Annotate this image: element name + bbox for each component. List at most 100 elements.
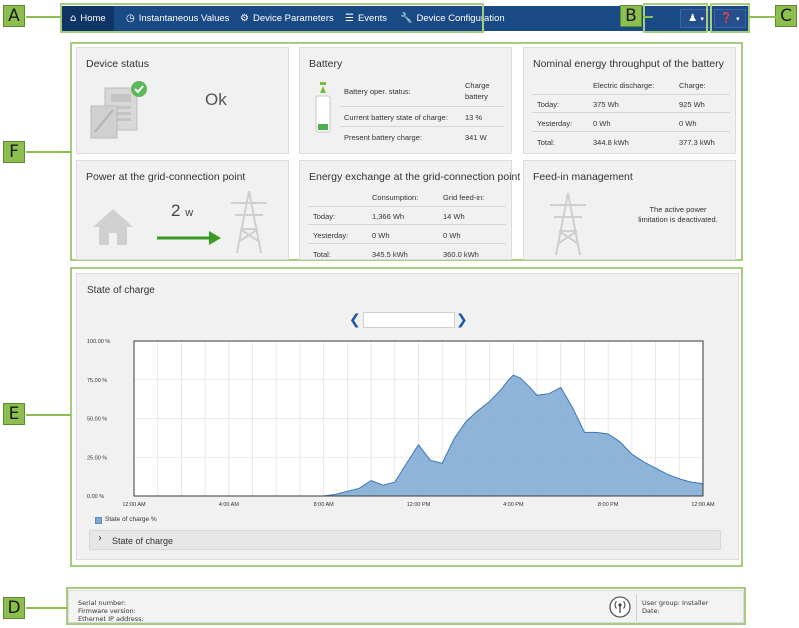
- frame-c: [710, 3, 750, 33]
- nominal-today-label: Today:: [537, 100, 560, 109]
- energy-yesterday-feedin: 0 Wh: [443, 231, 461, 240]
- grid-power-value: 2 w: [171, 201, 193, 221]
- nominal-total-discharge: 344.8 kWh: [593, 138, 629, 147]
- tile-nominal-throughput: Nominal energy throughput of the battery…: [523, 47, 736, 154]
- soc-expander[interactable]: › State of charge: [89, 530, 721, 550]
- power-flow-arrow-icon: [157, 231, 221, 245]
- nominal-yesterday-discharge: 0 Wh: [593, 119, 611, 128]
- screen: ⌂ Home ◷ Instantaneous Values ⚙ Device Para…: [0, 0, 799, 628]
- energy-yesterday-label: Yesterday:: [313, 231, 349, 240]
- callout-f-line: [26, 151, 71, 153]
- separator: [340, 126, 504, 127]
- energy-total-consumption: 345.5 kWh: [372, 250, 408, 259]
- separator: [308, 243, 506, 244]
- nominal-today-discharge: 375 Wh: [593, 100, 619, 109]
- power-pylon-icon: [231, 190, 267, 254]
- battery-icon: [315, 82, 331, 133]
- separator: [308, 206, 506, 207]
- energy-total-feedin: 360.0 kWh: [443, 250, 479, 259]
- battery-oper-status-value-2: battery: [465, 92, 488, 101]
- y-tick-label: 75.00 %: [87, 378, 107, 384]
- y-tick-label: 0.00 %: [87, 494, 104, 500]
- x-tick-label: 12:00 AM: [122, 502, 146, 508]
- separator: [340, 106, 504, 107]
- battery-soc-label: Current battery state of charge:: [344, 113, 448, 122]
- nominal-title: Nominal energy throughput of the battery: [533, 58, 724, 70]
- energy-total-label: Total:: [313, 250, 331, 259]
- separator: [308, 224, 506, 225]
- callout-e-line: [26, 414, 71, 416]
- state-of-charge-panel: State of charge ❮ ❯ 0.00 % 25.00 % 50.00 %…: [76, 273, 739, 560]
- inverter-status-icon: [90, 81, 147, 139]
- legend-label: State of charge %: [105, 516, 157, 523]
- status-footer: Serial number: Firmware version: Etherne…: [68, 590, 744, 623]
- legend-swatch: [95, 517, 102, 524]
- frame-b: [643, 3, 708, 33]
- footer-divider: [636, 594, 637, 621]
- energy-today-label: Today:: [313, 212, 336, 221]
- grid-power-title: Power at the grid-connection point: [86, 171, 246, 183]
- ethernet-ip: Ethernet IP address:: [78, 615, 144, 623]
- callout-f: F: [3, 141, 25, 163]
- x-tick-label: 4:00 AM: [219, 502, 240, 508]
- feed-in-line-1: The active power: [649, 205, 707, 214]
- grid-power-number: 2: [171, 201, 181, 220]
- nominal-total-label: Total:: [537, 138, 555, 147]
- separator: [532, 94, 730, 95]
- serial-number: Serial number:: [78, 599, 126, 607]
- callout-a-line: [26, 16, 61, 18]
- nominal-yesterday-label: Yesterday:: [537, 119, 573, 128]
- feed-in-title: Feed-in management: [533, 171, 633, 183]
- x-tick-label: 8:00 AM: [314, 502, 335, 508]
- x-tick-label: 12:00 AM: [691, 502, 715, 508]
- soc-expander-label: State of charge: [112, 536, 174, 546]
- user-group: User group: Installer: [642, 599, 709, 607]
- energy-exchange-title: Energy exchange at the grid-connection p…: [309, 171, 521, 183]
- network-antenna-icon: [609, 596, 631, 618]
- y-tick-label: 50.00 %: [87, 417, 107, 423]
- callout-e: E: [3, 403, 25, 425]
- energy-today-feedin: 14 Wh: [443, 212, 465, 221]
- device-status-title: Device status: [86, 58, 150, 70]
- tile-device-status: Device status Ok: [76, 47, 289, 154]
- battery-oper-status-value-1: Charge: [465, 81, 490, 90]
- soc-chart: 0.00 % 25.00 % 50.00 % 75.00 % 100.00 % 12:00…: [87, 339, 715, 508]
- energy-today-consumption: 1,366 Wh: [372, 212, 405, 221]
- callout-c: C: [775, 5, 797, 27]
- callout-c-line: [749, 16, 776, 18]
- nominal-today-charge: 925 Wh: [679, 100, 705, 109]
- callout-d-line: [26, 607, 67, 609]
- nominal-total-charge: 377.3 kWh: [679, 138, 715, 147]
- device-status-value: Ok: [205, 90, 227, 109]
- battery-soc-value: 13 %: [465, 113, 483, 122]
- grid-power-unit: w: [185, 207, 194, 219]
- tile-feed-in-management: Feed-in management The active power limi…: [523, 160, 736, 260]
- feed-in-line-2: limitation is deactivated.: [638, 215, 718, 224]
- energy-header-feedin: Grid feed-in:: [443, 193, 485, 202]
- footer-date: Date:: [642, 607, 660, 615]
- callout-b: B: [620, 5, 642, 27]
- x-tick-label: 12:00 PM: [407, 502, 431, 508]
- callout-b-line: [643, 16, 653, 18]
- energy-header-consumption: Consumption:: [372, 193, 419, 202]
- tile-energy-exchange: Energy exchange at the grid-connection p…: [299, 160, 520, 260]
- x-tick-label: 4:00 PM: [503, 502, 524, 508]
- callout-d: D: [3, 597, 25, 619]
- callout-a: A: [3, 5, 25, 27]
- frame-a: [60, 3, 484, 33]
- battery-charge-value: 341 W: [465, 133, 487, 142]
- separator: [532, 112, 730, 113]
- nominal-header-discharge: Electric discharge:: [593, 81, 655, 90]
- tile-grid-power: Power at the grid-connection point 2 w: [76, 160, 289, 260]
- battery-charge-label: Present battery charge:: [344, 133, 422, 142]
- house-icon: [93, 209, 133, 245]
- nominal-header-charge: Charge:: [679, 81, 706, 90]
- firmware-version: Firmware version:: [78, 607, 136, 615]
- energy-yesterday-consumption: 0 Wh: [372, 231, 390, 240]
- separator: [532, 131, 730, 132]
- nominal-yesterday-charge: 0 Wh: [679, 119, 697, 128]
- y-tick-label: 100.00 %: [87, 339, 110, 345]
- tile-battery: Battery Battery oper. status: Charge bat…: [299, 47, 512, 154]
- battery-title: Battery: [309, 58, 343, 70]
- x-tick-label: 8:00 PM: [598, 502, 619, 508]
